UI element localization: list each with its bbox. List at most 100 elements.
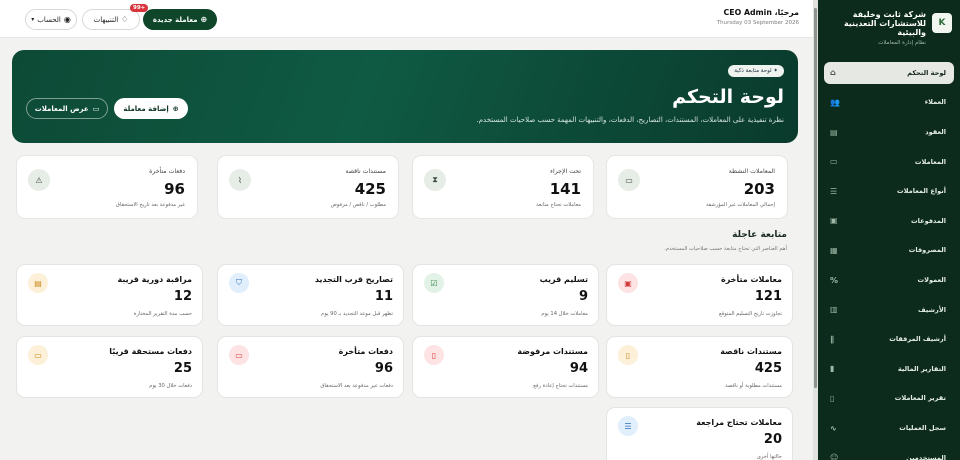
- urgent-card-value: 20: [763, 432, 782, 447]
- scrollbar-thumb[interactable]: [814, 8, 817, 388]
- new-transaction-label: معاملة جديدة: [152, 15, 198, 24]
- urgent-card[interactable]: مستندات ناقصة 425 مستندات مطلوبة أو ناقصة ▯: [606, 336, 793, 398]
- urgent-card-title: معاملات تحتاج مراجعة: [696, 418, 782, 427]
- urgent-card[interactable]: دفعات مستحقة قريبًا 25 دفعات خلال 30 يوم ▭: [16, 336, 203, 398]
- hero-badge: ✦ لوحة متابعة ذكية: [728, 65, 784, 77]
- stat-card[interactable]: تحت الإجراء 141 معاملات تحتاج متابعة ⧗: [412, 155, 594, 219]
- urgent-card-subtitle: مستندات مطلوبة أو ناقصة: [725, 383, 782, 389]
- urgent-card[interactable]: تصاريح قرب التجديد 11 تظهر قبل موعد التجدي…: [217, 264, 404, 326]
- paperclip-icon: ⌇: [229, 169, 251, 191]
- message-icon: ☰: [618, 416, 638, 436]
- add-transaction-button[interactable]: ⊕ إضافة معاملة: [114, 98, 188, 119]
- account-button[interactable]: ◉ الحساب ▾: [25, 9, 77, 30]
- main-content: ◉ الحساب ▾ ♢ التنبيهات 99+ ⊕ معاملة جديد…: [0, 0, 813, 460]
- urgent-card-subtitle: دفعات خلال 30 يوم: [149, 383, 192, 389]
- stat-card[interactable]: مستندات ناقصة 425 مطلوب / ناقص / مرفوض ⌇: [217, 155, 399, 219]
- sidebar-item-label: أنواع المعاملات: [897, 187, 946, 196]
- urgent-card-title: دفعات متأخرة: [338, 347, 393, 356]
- plus-circle-icon: ⊕: [200, 15, 208, 24]
- brand-subtitle: نظام إدارة المعاملات: [878, 39, 926, 46]
- sidebar-item-4[interactable]: أنواع المعاملات ☰: [824, 180, 954, 202]
- view-transactions-button[interactable]: ▭ عرض المعاملات: [26, 98, 108, 119]
- sidebar-item-2[interactable]: العقود ▤: [824, 121, 954, 143]
- stat-title: المعاملات النشطة: [728, 168, 775, 175]
- sidebar-item-5[interactable]: المدفوعات ▣: [824, 210, 954, 232]
- plus-circle-icon: ⊕: [172, 104, 179, 113]
- sidebar-item-label: سجل العمليات: [899, 424, 946, 432]
- sidebar-item-label: العملاء: [924, 98, 946, 107]
- users-icon: 👥: [830, 97, 840, 107]
- sidebar-item-7[interactable]: العمولات%: [824, 269, 954, 291]
- archive-icon: ▥: [830, 305, 838, 315]
- urgent-section-title: متابعة عاجلة: [732, 230, 787, 240]
- urgent-card[interactable]: دفعات متأخرة 96 دفعات غير مدفوعة بعد الاست…: [217, 336, 404, 398]
- urgent-card-value: 94: [569, 361, 588, 376]
- sidebar-item-label: الأرشيف: [918, 305, 946, 314]
- urgent-card-title: دفعات مستحقة قريبًا: [109, 347, 192, 356]
- brand-name-line1: شركة ثابت وخليفة: [852, 10, 926, 19]
- page-description: نظرة تنفيذية على المعاملات، المستندات، ا…: [476, 116, 784, 124]
- calendar-alert-icon: ▣: [618, 273, 638, 293]
- sidebar-nav: لوحة التحكم ⌂ العملاء 👥 العقود ▤ المعاملات ▭ أنو…: [818, 61, 960, 460]
- hero-banner: ✦ لوحة متابعة ذكية لوحة التحكم نظرة تنفي…: [12, 50, 798, 143]
- urgent-card-value: 425: [754, 361, 782, 376]
- urgent-card-title: مستندات ناقصة: [720, 347, 782, 356]
- urgent-card[interactable]: معاملات متأخرة 121 تجاوزت تاريخ التسليم ال…: [606, 264, 793, 326]
- notifications-button[interactable]: ♢ التنبيهات: [82, 9, 140, 30]
- page-title: لوحة التحكم: [672, 86, 784, 108]
- sidebar-item-6[interactable]: المصروفات ▦: [824, 239, 954, 261]
- sidebar-item-label: المعاملات: [914, 157, 946, 166]
- sidebar-item-3[interactable]: المعاملات ▭: [824, 151, 954, 173]
- stat-subtitle: غير مدفوعة بعد تاريخ الاستحقاق: [115, 202, 185, 208]
- home-icon: ⌂: [830, 68, 836, 78]
- activity-icon: ∿: [830, 423, 837, 433]
- new-transaction-button[interactable]: ⊕ معاملة جديدة: [143, 9, 217, 30]
- stat-value: 425: [354, 180, 386, 198]
- list-icon: ☰: [830, 186, 838, 196]
- topbar: ◉ الحساب ▾ ♢ التنبيهات 99+ ⊕ معاملة جديد…: [0, 0, 813, 38]
- hourglass-icon: ⧗: [424, 169, 446, 191]
- sidebar-item-9[interactable]: أرشيف المرفقات ∥: [824, 328, 954, 350]
- urgent-section-subtitle: أهم العناصر التي تحتاج متابعة حسب صلاحيا…: [664, 246, 787, 252]
- sidebar-item-12[interactable]: سجل العمليات ∿: [824, 417, 954, 439]
- urgent-card[interactable]: معاملات تحتاج مراجعة 20 حالتها أخرى ☰: [606, 407, 793, 460]
- urgent-card-subtitle: تجاوزت تاريخ التسليم المتوقع: [719, 311, 782, 317]
- warning-icon: ⚠: [28, 169, 50, 191]
- stat-subtitle: إجمالي المعاملات غير المؤرشفة: [705, 202, 775, 208]
- sidebar-item-label: المدفوعات: [910, 216, 946, 225]
- bell-icon: ♢: [121, 15, 129, 24]
- account-label: الحساب: [37, 15, 61, 24]
- report-icon: ▯: [830, 393, 835, 403]
- current-date: Thursday 03 September 2026: [716, 20, 799, 26]
- stat-card[interactable]: المعاملات النشطة 203 إجمالي المعاملات غير …: [606, 155, 788, 219]
- user-cog-icon: ☺: [830, 453, 839, 460]
- sidebar-item-13[interactable]: المستخدمين ☺: [824, 447, 954, 460]
- urgent-card[interactable]: مستندات مرفوضة 94 مستندات تحتاج إعادة رفع ▯: [412, 336, 599, 398]
- urgent-card[interactable]: تسليم قريب 9 معاملات خلال 14 يوم ☑: [412, 264, 599, 326]
- urgent-card[interactable]: مراقبة دورية قريبة 12 حسب مدة التقرير المخ…: [16, 264, 203, 326]
- logo-letter: K: [938, 18, 946, 28]
- stat-value: 96: [164, 180, 185, 198]
- sidebar-item-label: تقرير المعاملات: [894, 394, 946, 403]
- sidebar-item-0[interactable]: لوحة التحكم ⌂: [824, 61, 954, 84]
- stat-card[interactable]: دفعات متأخرة 96 غير مدفوعة بعد تاريخ الاست…: [16, 155, 198, 219]
- view-transactions-label: عرض المعاملات: [34, 104, 89, 113]
- sidebar-item-10[interactable]: التقارير المالية ▮: [824, 358, 954, 380]
- urgent-card-value: 25: [173, 361, 192, 376]
- urgent-card-value: 121: [754, 289, 782, 304]
- sidebar-item-1[interactable]: العملاء 👥: [824, 91, 954, 113]
- urgent-card-title: معاملات متأخرة: [720, 275, 782, 284]
- add-transaction-label: إضافة معاملة: [123, 104, 169, 113]
- notifications-label: التنبيهات: [93, 15, 119, 24]
- sidebar-item-8[interactable]: الأرشيف ▥: [824, 299, 954, 321]
- percent-icon: %: [830, 275, 839, 285]
- card-icon: ▭: [28, 345, 48, 365]
- document-icon: ▤: [830, 127, 838, 137]
- stat-value: 203: [743, 180, 775, 198]
- sidebar-item-label: أرشيف المرفقات: [889, 335, 946, 344]
- user-circle-icon: ◉: [63, 15, 71, 24]
- user-info: مرحبًا، CEO Admin Thursday 03 September …: [717, 8, 799, 26]
- folder-icon: ▭: [92, 104, 100, 113]
- urgent-card-subtitle: تظهر قبل موعد التجديد بـ 90 يوم: [321, 311, 393, 317]
- sidebar-item-11[interactable]: تقرير المعاملات ▯: [824, 387, 954, 409]
